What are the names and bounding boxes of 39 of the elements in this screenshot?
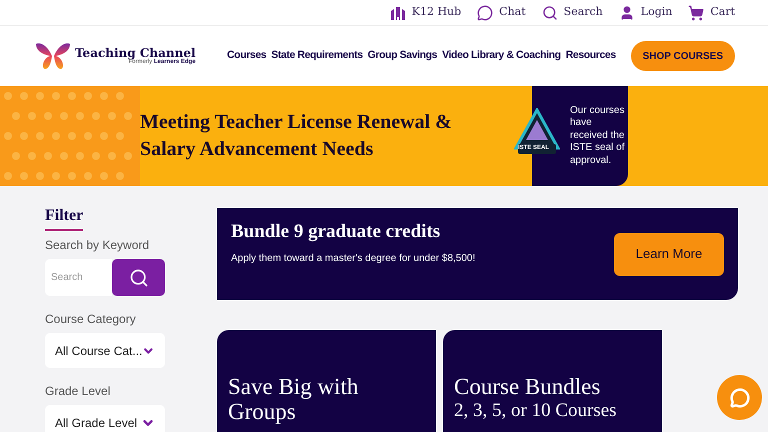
promo-card[interactable]: Course Bundles 2, 3, 5, or 10 Courses	[443, 330, 662, 432]
keyword-label: Search by Keyword	[45, 237, 150, 254]
utility-link[interactable]: Search	[542, 4, 603, 21]
promo-card[interactable]: Save Big with Groups	[217, 330, 436, 432]
seal-note: Our courses have received the ISTE seal of approval.	[570, 104, 626, 168]
nav-link[interactable]: Group Savings	[368, 48, 438, 64]
dropdown[interactable]: All Grade Level	[45, 405, 165, 432]
shop-courses-button[interactable]: SHOP COURSES	[630, 41, 735, 71]
search-icon	[542, 4, 558, 20]
user-icon	[618, 4, 635, 20]
card-title: Save Big with Groups	[228, 374, 360, 424]
nav-link[interactable]: State Requirements	[271, 48, 363, 64]
utility-link[interactable]: K12 Hub	[390, 4, 462, 21]
card-title: Course Bundles	[454, 374, 602, 399]
cart-icon	[688, 4, 704, 20]
filter-title: Filter	[45, 204, 84, 231]
promo-subtitle: Apply them toward a master's degree for under $8,500!	[231, 252, 476, 266]
nav-link[interactable]: Courses	[227, 48, 266, 64]
learn-more-button[interactable]: Learn More	[614, 232, 724, 276]
promo-title: Bundle 9 graduate credits	[231, 220, 442, 244]
nav-link[interactable]: Resources	[566, 48, 616, 64]
filter-label: Course Category	[45, 311, 137, 328]
headline: Meeting Teacher License Renewal & Salary Advancement Needs	[140, 110, 453, 162]
chat-icon	[477, 4, 494, 20]
chat-icon	[730, 388, 750, 408]
card-subtitle: 2, 3, 5, or 10 Courses	[454, 399, 618, 422]
search-button[interactable]	[112, 259, 165, 296]
filter-label: Grade Level	[45, 383, 112, 400]
butterfly-logo-icon	[35, 42, 71, 70]
search-field[interactable]: Search	[45, 259, 112, 296]
search-icon	[128, 268, 148, 288]
utility-link[interactable]: Chat	[477, 4, 526, 21]
brand-name: Teaching Channel	[75, 47, 196, 59]
utility-link[interactable]: Cart	[688, 4, 735, 21]
nav-link[interactable]: Video Library & Coaching	[442, 48, 561, 64]
utility-link[interactable]: Login	[618, 4, 672, 21]
seal-badge-icon	[514, 108, 560, 156]
dropdown[interactable]: All Course Cat...	[45, 333, 165, 368]
building-icon	[390, 4, 406, 20]
